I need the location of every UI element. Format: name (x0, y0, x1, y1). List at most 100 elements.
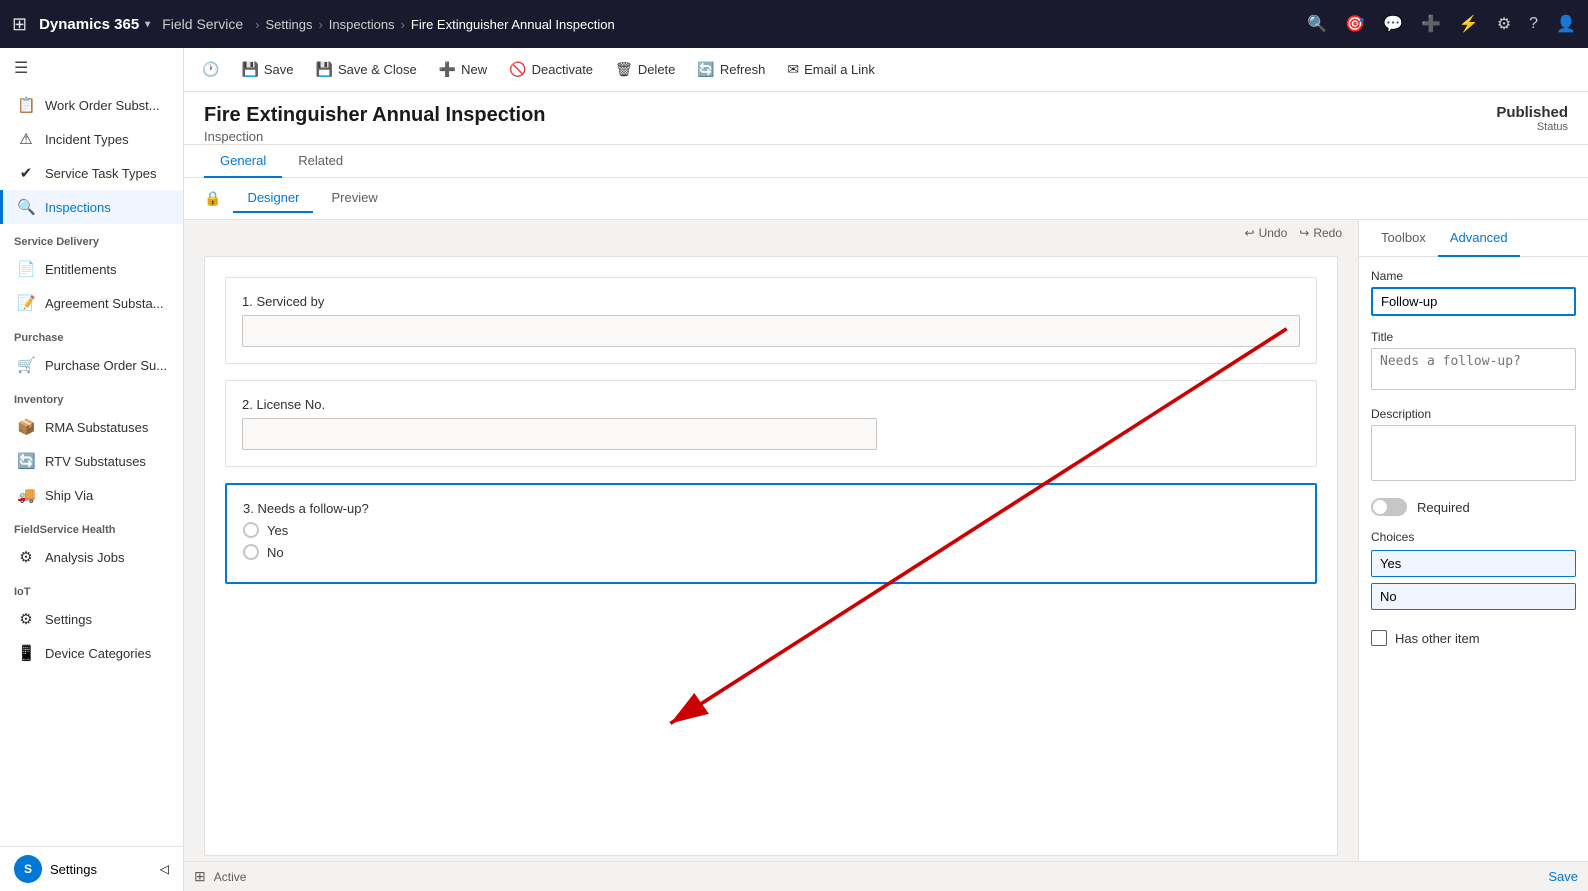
work-order-icon: 📋 (17, 96, 35, 114)
new-label: New (461, 62, 487, 77)
record-tabs: General Related (184, 145, 1588, 178)
rma-icon: 📦 (17, 418, 35, 436)
tab-related[interactable]: Related (282, 145, 359, 178)
sidebar-bottom-user[interactable]: S Settings ◁ (0, 846, 183, 891)
sidebar-item-purchase-order[interactable]: 🛒 Purchase Order Su... (0, 348, 183, 382)
choice-no-input[interactable] (1371, 583, 1576, 610)
help-icon[interactable]: ? (1529, 15, 1538, 33)
sidebar-item-inspections-label: Inspections (45, 200, 111, 215)
redo-icon: ↪ (1299, 226, 1309, 240)
choices-field: Choices (1371, 530, 1576, 616)
refresh-button[interactable]: 🔄 Refresh (687, 55, 775, 84)
sidebar-item-analysis-jobs[interactable]: ⚙ Analysis Jobs (0, 540, 183, 574)
sidebar-item-service-task-types[interactable]: ✔ Service Task Types (0, 156, 183, 190)
description-field-label: Description (1371, 407, 1576, 421)
record-status: Published Status (1496, 104, 1568, 133)
sub-tab-preview[interactable]: Preview (317, 184, 391, 213)
email-link-button[interactable]: ✉ Email a Link (777, 55, 885, 84)
choices-label: Choices (1371, 530, 1576, 544)
question-1[interactable]: 1. Serviced by (225, 277, 1317, 364)
brand-chevron[interactable]: ▾ (145, 19, 150, 30)
status-save-button[interactable]: Save (1548, 869, 1578, 884)
email-icon: ✉ (787, 61, 799, 78)
tab-general[interactable]: General (204, 145, 282, 178)
sidebar-item-rtv[interactable]: 🔄 RTV Substatuses (0, 444, 183, 478)
status-bar-icon: ⊞ (194, 868, 206, 885)
panel-tab-toolbox[interactable]: Toolbox (1369, 220, 1438, 257)
sidebar-pin-icon[interactable]: ◁ (160, 862, 169, 876)
name-field-label: Name (1371, 269, 1576, 283)
question-3-option-yes[interactable]: Yes (243, 522, 1299, 538)
delete-button[interactable]: 🗑 Delete (605, 55, 685, 84)
sidebar-item-entitlements[interactable]: 📄 Entitlements (0, 252, 183, 286)
brand[interactable]: Dynamics 365 ▾ (39, 16, 150, 33)
question-3[interactable]: 3. Needs a follow-up? Yes No (225, 483, 1317, 584)
status-label: Status (1496, 121, 1568, 133)
new-button[interactable]: ➕ New (429, 55, 497, 84)
name-input[interactable] (1371, 287, 1576, 316)
settings-icon[interactable]: ⚙ (1497, 14, 1511, 34)
section-iot: IoT (0, 574, 183, 602)
sidebar-item-incident-types[interactable]: ⚠ Incident Types (0, 122, 183, 156)
question-3-option-no[interactable]: No (243, 544, 1299, 560)
sidebar-item-iot-settings[interactable]: ⚙ Settings (0, 602, 183, 636)
undo-icon: ↩ (1245, 226, 1255, 240)
sidebar-toggle[interactable]: ☰ (0, 48, 183, 88)
status-bar: ⊞ Active Save (184, 861, 1588, 891)
top-nav-right: 🔍 🎯 💬 ➕ ⚡ ⚙ ? 👤 (1307, 14, 1576, 34)
incident-types-icon: ⚠ (17, 130, 35, 148)
breadcrumb-settings[interactable]: Settings (265, 17, 312, 32)
undo-button[interactable]: ↩ Undo (1245, 226, 1288, 240)
sidebar-item-work-order[interactable]: 📋 Work Order Subst... (0, 88, 183, 122)
has-other-row: Has other item (1371, 630, 1576, 646)
sidebar-item-purchase-label: Purchase Order Su... (45, 358, 167, 373)
user-avatar: S (14, 855, 42, 883)
save-close-button[interactable]: 💾 Save & Close (306, 55, 427, 84)
sidebar-item-device-categories[interactable]: 📱 Device Categories (0, 636, 183, 670)
checkmark-icon[interactable]: 🎯 (1345, 14, 1365, 34)
required-label: Required (1417, 500, 1470, 515)
sub-tab-designer[interactable]: Designer (233, 184, 313, 213)
question-1-input[interactable] (242, 315, 1300, 347)
sidebar-item-rtv-label: RTV Substatuses (45, 454, 146, 469)
choice-yes-input[interactable] (1371, 550, 1576, 577)
add-icon[interactable]: ➕ (1421, 14, 1441, 34)
search-icon[interactable]: 🔍 (1307, 14, 1327, 34)
service-task-icon: ✔ (17, 164, 35, 182)
canvas-area: ↩ Undo ↪ Redo 1. Serviced (184, 220, 1358, 861)
title-field: Title (1371, 330, 1576, 393)
app-layout: ☰ 📋 Work Order Subst... ⚠ Incident Types… (0, 48, 1588, 891)
status-value: Published (1496, 104, 1568, 121)
redo-button[interactable]: ↪ Redo (1299, 226, 1342, 240)
description-input[interactable] (1371, 425, 1576, 481)
title-input[interactable] (1371, 348, 1576, 390)
sidebar-item-inspections[interactable]: 🔍 Inspections (0, 190, 183, 224)
sidebar-item-rma[interactable]: 📦 RMA Substatuses (0, 410, 183, 444)
save-button[interactable]: 💾 Save (231, 55, 303, 84)
sidebar-item-rma-label: RMA Substatuses (45, 420, 148, 435)
save-close-label: Save & Close (338, 62, 417, 77)
user-icon[interactable]: 👤 (1556, 14, 1576, 34)
sidebar-item-ship-via[interactable]: 🚚 Ship Via (0, 478, 183, 512)
has-other-checkbox[interactable] (1371, 630, 1387, 646)
history-button[interactable]: 🕐 (192, 55, 229, 84)
sidebar-item-agreement-substa[interactable]: 📝 Agreement Substa... (0, 286, 183, 320)
question-2[interactable]: 2. License No. (225, 380, 1317, 467)
panel-tab-advanced[interactable]: Advanced (1438, 220, 1520, 257)
agreement-icon: 📝 (17, 294, 35, 312)
entitlements-icon: 📄 (17, 260, 35, 278)
canvas-scroll[interactable]: 1. Serviced by 2. License No. 3. Needs a… (184, 246, 1358, 861)
sidebar-scroll: 📋 Work Order Subst... ⚠ Incident Types ✔… (0, 88, 183, 846)
required-toggle-row: Required (1371, 498, 1576, 516)
question-3-label: 3. Needs a follow-up? (243, 501, 1299, 516)
delete-label: Delete (638, 62, 676, 77)
chat-icon[interactable]: 💬 (1383, 14, 1403, 34)
undo-redo-bar: ↩ Undo ↪ Redo (184, 220, 1358, 246)
required-toggle[interactable] (1371, 498, 1407, 516)
module-name: Field Service (162, 16, 243, 32)
breadcrumb-inspections[interactable]: Inspections (329, 17, 395, 32)
deactivate-button[interactable]: 🚫 Deactivate (499, 55, 603, 84)
filter-icon[interactable]: ⚡ (1459, 14, 1479, 34)
apps-icon[interactable]: ⊞ (12, 14, 27, 35)
question-2-input[interactable] (242, 418, 877, 450)
